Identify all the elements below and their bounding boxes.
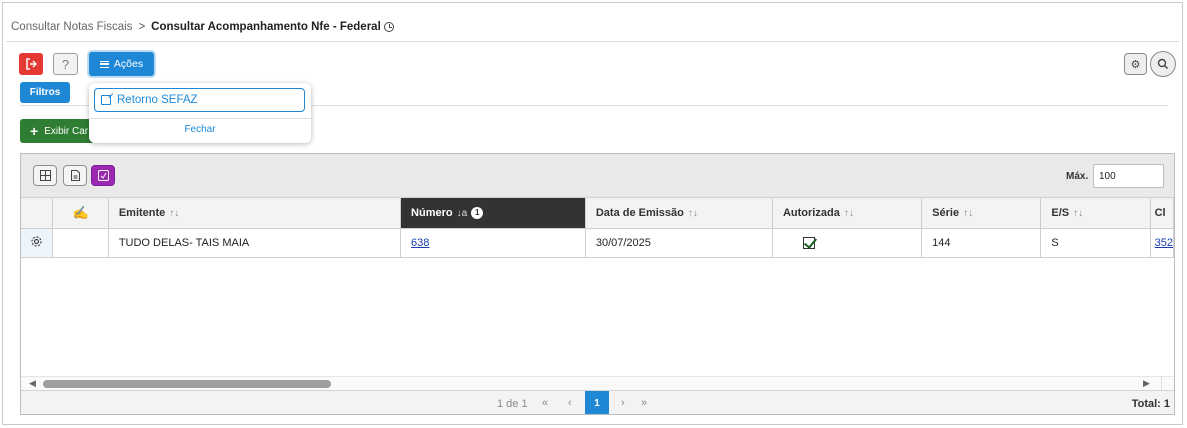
help-icon: ? [61,56,70,72]
column-header-label: Autorizada [782,206,840,219]
help-button[interactable]: ? [53,53,78,75]
column-header-label: Série [932,206,960,219]
column-header-chave[interactable]: Cl [1150,198,1174,229]
sort-desc-icon: ↓a [456,207,468,219]
last-page-button[interactable]: » [641,397,647,409]
column-header-emitente[interactable]: Emitente ↑↓ [108,198,402,229]
menu-item-label: Retorno SEFAZ [117,94,198,106]
exit-button[interactable] [19,53,43,75]
autorizada-cell [772,228,923,258]
data-table: ✍ Emitente ↑↓ Número ↓a 1 Data de Emissão ↑↓… [21,198,1174,258]
column-header-data-emissao[interactable]: Data de Emissão ↑↓ [585,198,773,229]
plus-icon: + [30,123,39,139]
gear-icon: ⚙ [1130,58,1141,71]
chave-cell: 352 [1150,228,1174,258]
column-header-signer[interactable]: ✍ [52,198,109,229]
exit-icon [26,58,37,70]
acoes-label: Ações [113,58,144,70]
clock-icon[interactable] [383,22,394,32]
es-cell: S [1040,228,1151,258]
document-icon [70,170,80,181]
export-excel-button[interactable] [91,165,115,186]
column-header-label: Data de Emissão [595,206,684,219]
column-header-actions [21,198,54,229]
gear-icon [31,235,42,247]
pagination: 1 de 1 « ‹ 1 › » Total: 1 [21,390,1174,414]
breadcrumb: Consultar Notas Fiscais > Consultar Acom… [11,19,394,35]
grid-toolbar: Máx. [21,154,1174,198]
sort-icon: ↑↓ [963,207,974,219]
checkbox-checked-icon [802,236,815,249]
column-header-autorizada[interactable]: Autorizada ↑↓ [772,198,923,229]
resize-grip-icon[interactable] [1161,377,1174,391]
page-title: Consultar Acompanhamento Nfe - Federal [151,21,381,33]
acoes-button[interactable]: Ações [89,52,154,76]
sort-order-badge: 1 [471,206,484,219]
table-header-row: ✍ Emitente ↑↓ Número ↓a 1 Data de Emissão ↑↓… [21,198,1174,229]
data-emissao-cell: 30/07/2025 [585,228,773,258]
page-info: 1 de 1 [497,398,528,410]
breadcrumb-parent-link[interactable]: Consultar Notas Fiscais [11,21,132,33]
signer-cell [52,228,109,258]
chave-link[interactable]: 352 [1155,237,1173,249]
export-pdf-button[interactable] [63,165,87,186]
emitente-cell: TUDO DELAS- TAIS MAIA [108,228,402,258]
dropdown-divider [89,118,311,119]
header-divider [6,41,1179,42]
search-button[interactable] [1150,51,1176,77]
sort-icon: ↑↓ [1073,207,1084,219]
fechar-button[interactable]: Fechar [89,124,311,138]
exibir-label: Exibir Car [44,125,89,137]
scrollbar-thumb[interactable] [43,380,331,388]
numero-link[interactable]: 638 [411,237,429,249]
max-rows-label: Máx. [1066,171,1089,182]
breadcrumb-separator: > [138,21,146,33]
column-header-es[interactable]: E/S ↑↓ [1040,198,1151,229]
column-header-serie[interactable]: Série ↑↓ [921,198,1042,229]
next-page-button[interactable]: › [621,397,625,409]
spreadsheet-icon [97,170,109,181]
first-page-button[interactable]: « [542,397,548,409]
menu-item-retorno-sefaz[interactable]: Retorno SEFAZ [94,88,305,112]
column-header-numero[interactable]: Número ↓a 1 [400,198,586,229]
sort-icon: ↑↓ [169,207,180,219]
grid-icon [39,170,51,181]
numero-cell: 638 [400,228,586,258]
total-count: Total: 1 [1131,398,1170,410]
scroll-left-icon[interactable]: ◀ [29,378,36,389]
page-frame: Consultar Notas Fiscais > Consultar Acom… [2,2,1183,425]
current-page-button[interactable]: 1 [585,391,609,414]
filtros-button[interactable]: Filtros [20,82,70,103]
search-icon [1157,58,1169,70]
external-link-icon [101,95,111,105]
column-header-label: Número [411,206,453,219]
table-row[interactable]: TUDO DELAS- TAIS MAIA 638 30/07/2025 144… [21,228,1174,258]
scroll-right-icon[interactable]: ▶ [1143,378,1150,389]
column-header-label: Cl [1154,206,1166,219]
settings-button[interactable]: ⚙ [1124,53,1147,75]
sort-icon: ↑↓ [843,207,854,219]
serie-cell: 144 [921,228,1042,258]
max-rows-input[interactable] [1093,164,1164,188]
menu-icon [99,60,109,68]
row-actions-cell[interactable] [21,228,54,258]
column-header-label: Emitente [118,206,166,219]
horizontal-scrollbar[interactable]: ◀ ▶ [21,376,1174,391]
sort-icon: ↑↓ [687,207,698,219]
prev-page-button[interactable]: ‹ [568,397,572,409]
grid-layout-button[interactable] [33,165,57,186]
signer-icon: ✍ [72,204,89,220]
column-header-label: E/S [1051,206,1070,219]
results-grid: Máx. ✍ Emitente↑↓ Número↓a1 [20,153,1175,415]
actions-dropdown: Retorno SEFAZ Fechar [89,83,311,143]
